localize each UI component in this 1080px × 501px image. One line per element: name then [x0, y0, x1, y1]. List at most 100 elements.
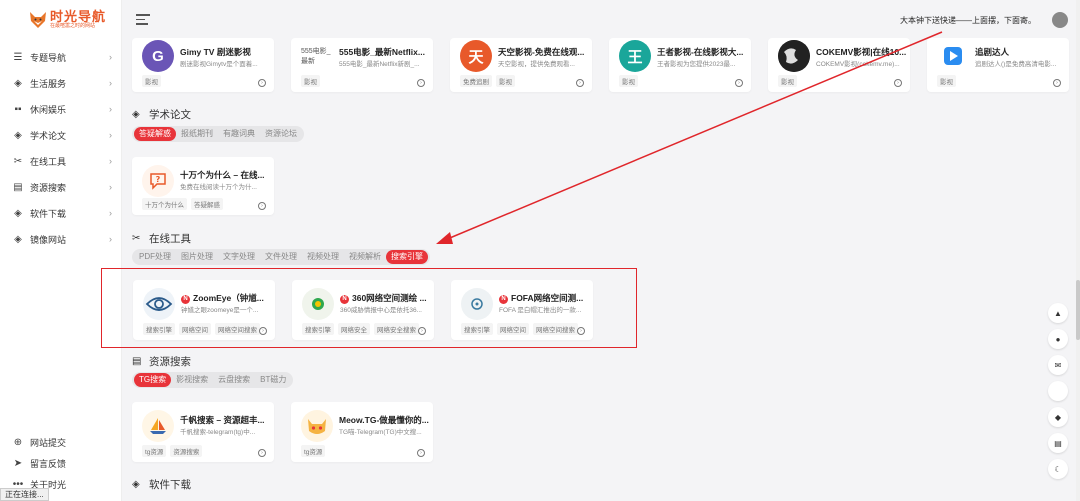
blank-button[interactable]	[1048, 381, 1068, 401]
card-tag[interactable]: 影视	[142, 75, 161, 87]
tab-file[interactable]: 文件处理	[260, 250, 302, 264]
tab-search-engine[interactable]: 搜索引擎	[386, 250, 428, 264]
sidebar-item-label: 在线工具	[30, 156, 67, 167]
chevron-right-icon: ›	[109, 156, 112, 166]
card-tag[interactable]: 影视	[496, 75, 515, 87]
sidebar-item-software[interactable]: ◈ 软件下载 ›	[0, 200, 122, 226]
site-card-gimy[interactable]: G Gimy TV 剧迷影视 剧迷影视Gimytv是个面着... 影视 ›	[132, 38, 274, 92]
mail-icon[interactable]: ✉	[1048, 355, 1068, 375]
card-tag[interactable]: 影视	[937, 75, 956, 87]
site-card-shiwange[interactable]: ? 十万个为什么 – 在线... 免费在线阅读十万个为什... 十万个为什么 答…	[132, 157, 274, 215]
card-tag[interactable]: 影视	[778, 75, 797, 87]
card-tag[interactable]: 免费追剧	[460, 75, 492, 87]
section-title-software: ◈ 软件下载	[132, 479, 191, 491]
site-card-555[interactable]: 555电影_最新 555电影_最新Netflix... 555电影_最新Netf…	[291, 38, 433, 92]
annotation-highlight-box	[101, 268, 637, 348]
card-tag[interactable]: 答疑解惑	[191, 198, 223, 210]
arrow-right-icon[interactable]: ›	[258, 79, 266, 87]
sidebar-item-label: 资源搜索	[30, 182, 67, 193]
tab-bt-magnet[interactable]: BT磁力	[255, 373, 291, 387]
card-title: COKEMV影视|在线10...	[816, 47, 907, 57]
sidebar-item-submit[interactable]: ⊕ 网站提交	[0, 432, 122, 453]
card-desc: 千帆搜索-telegram(tg)中...	[180, 429, 256, 436]
site-logo-icon: 王	[619, 40, 651, 72]
tab-text[interactable]: 文字处理	[218, 250, 260, 264]
chevron-right-icon: ›	[109, 104, 112, 114]
send-icon: ➤	[13, 458, 23, 469]
scrollbar[interactable]	[1076, 0, 1080, 501]
sidebar-item-resources[interactable]: ▤ 资源搜索 ›	[0, 174, 122, 200]
tab-qa[interactable]: 答疑解惑	[134, 127, 176, 141]
card-tag[interactable]: tg资源	[301, 445, 326, 457]
card-title: 555电影_最新Netflix...	[339, 47, 425, 57]
sidebar-item-label: 专题导航	[30, 52, 67, 63]
tab-cloud-search[interactable]: 云盘搜索	[213, 373, 255, 387]
fox-logo-icon	[28, 11, 48, 29]
tab-video-parse[interactable]: 视频解析	[344, 250, 386, 264]
arrow-right-icon[interactable]: ›	[1053, 79, 1061, 87]
arrow-right-icon[interactable]: ›	[576, 79, 584, 87]
arrow-right-icon[interactable]: ›	[735, 79, 743, 87]
site-logo[interactable]: 时光导航 在最喧嚣之时的网站	[28, 8, 108, 32]
arrow-right-icon[interactable]: ›	[894, 79, 902, 87]
arrow-right-icon[interactable]: ›	[417, 449, 425, 457]
card-title: Meow.TG-做最懂你的...	[339, 415, 429, 425]
layers-icon: ◈	[14, 129, 22, 141]
site-card-zhuijudaren[interactable]: 追剧达人 追剧达人()是免费高清电影... 影视 ›	[927, 38, 1069, 92]
tab-video[interactable]: 视频处理	[302, 250, 344, 264]
arrow-right-icon[interactable]: ›	[258, 449, 266, 457]
plus-circle-icon: ⊕	[13, 437, 23, 448]
site-card-wangzhe[interactable]: 王 王者影视-在线影视大... 王者影视为您提供2023最... 影视 ›	[609, 38, 751, 92]
layers-icon: ◈	[132, 109, 140, 120]
browser-status-bar: 正在连接...	[0, 488, 49, 501]
moon-icon[interactable]: ☾	[1048, 459, 1068, 479]
sidebar-item-life[interactable]: ◈ 生活服务 ›	[0, 70, 122, 96]
tab-tg-search[interactable]: TG搜索	[134, 373, 172, 387]
chevron-right-icon: ›	[109, 182, 112, 192]
sailboat-logo-icon	[142, 410, 174, 442]
site-card-qianfan[interactable]: 千帆搜索 – 资源超丰... 千帆搜索-telegram(tg)中... tg资…	[132, 402, 274, 462]
tab-journals[interactable]: 报纸期刊	[176, 127, 218, 141]
avatar[interactable]	[1052, 12, 1068, 28]
arrow-right-icon[interactable]: ›	[258, 202, 266, 210]
card-desc: TG喵-Telegram(TG)中文搜...	[339, 429, 422, 436]
tab-forum[interactable]: 资源论坛	[260, 127, 302, 141]
tab-dictionary[interactable]: 有趣词典	[218, 127, 260, 141]
card-tag[interactable]: 资源搜索	[170, 445, 203, 457]
card-tag[interactable]: 影视	[301, 75, 320, 87]
bell-icon[interactable]: ●	[1048, 329, 1068, 349]
card-title: 千帆搜索 – 资源超丰...	[180, 415, 265, 425]
scrollbar-thumb[interactable]	[1076, 280, 1080, 340]
card-desc: 追剧达人()是免费高清电影...	[975, 61, 1057, 68]
section-title-academic: ◈ 学术论文	[132, 109, 191, 121]
list-icon[interactable]: ▤	[1048, 433, 1068, 453]
svg-text:?: ?	[156, 175, 161, 184]
sidebar-item-academic[interactable]: ◈ 学术论文 ›	[0, 122, 122, 148]
card-title: Gimy TV 剧迷影视	[180, 47, 251, 57]
arrow-right-icon[interactable]: ›	[417, 79, 425, 87]
sidebar-item-tools[interactable]: ✂ 在线工具 ›	[0, 148, 122, 174]
site-logo-icon: G	[142, 40, 174, 72]
site-card-tiankong[interactable]: 天 天空影视-免费在线观... 天空影视，提供免费观看... 免费追剧 影视 ›	[450, 38, 592, 92]
tab-video-search[interactable]: 影视搜索	[171, 373, 213, 387]
up-arrow-icon[interactable]: ▲	[1048, 303, 1068, 323]
tab-image[interactable]: 图片处理	[176, 250, 218, 264]
site-card-meow-tg[interactable]: Meow.TG-做最懂你的... TG喵-Telegram(TG)中文搜... …	[291, 402, 433, 462]
layers-icon: ◈	[14, 77, 22, 89]
sidebar-item-leisure[interactable]: ▪▪ 休闲娱乐 ›	[0, 96, 122, 122]
tag-icon[interactable]: ◆	[1048, 407, 1068, 427]
site-card-cokemv[interactable]: COKEMV影视|在线10... COKEMV影视(cokemv.me)... …	[768, 38, 910, 92]
sidebar-item-mirror[interactable]: ◈ 镜像网站 ›	[0, 226, 122, 252]
sidebar-item-special[interactable]: ☰ 专题导航 ›	[0, 44, 122, 70]
card-tag[interactable]: 影视	[619, 75, 638, 87]
card-desc: 王者影视为您提供2023最...	[657, 61, 736, 68]
play-logo-icon	[937, 40, 969, 72]
tab-pdf[interactable]: PDF处理	[134, 250, 176, 264]
layers-icon: ◈	[132, 479, 140, 490]
sidebar-item-label: 留言反馈	[30, 459, 67, 469]
card-tag[interactable]: 十万个为什么	[142, 198, 187, 210]
cat-logo-icon	[301, 410, 333, 442]
hamburger-menu-icon[interactable]	[136, 14, 150, 26]
sidebar-item-feedback[interactable]: ➤ 留言反馈	[0, 453, 122, 474]
card-tag[interactable]: tg资源	[142, 445, 167, 457]
